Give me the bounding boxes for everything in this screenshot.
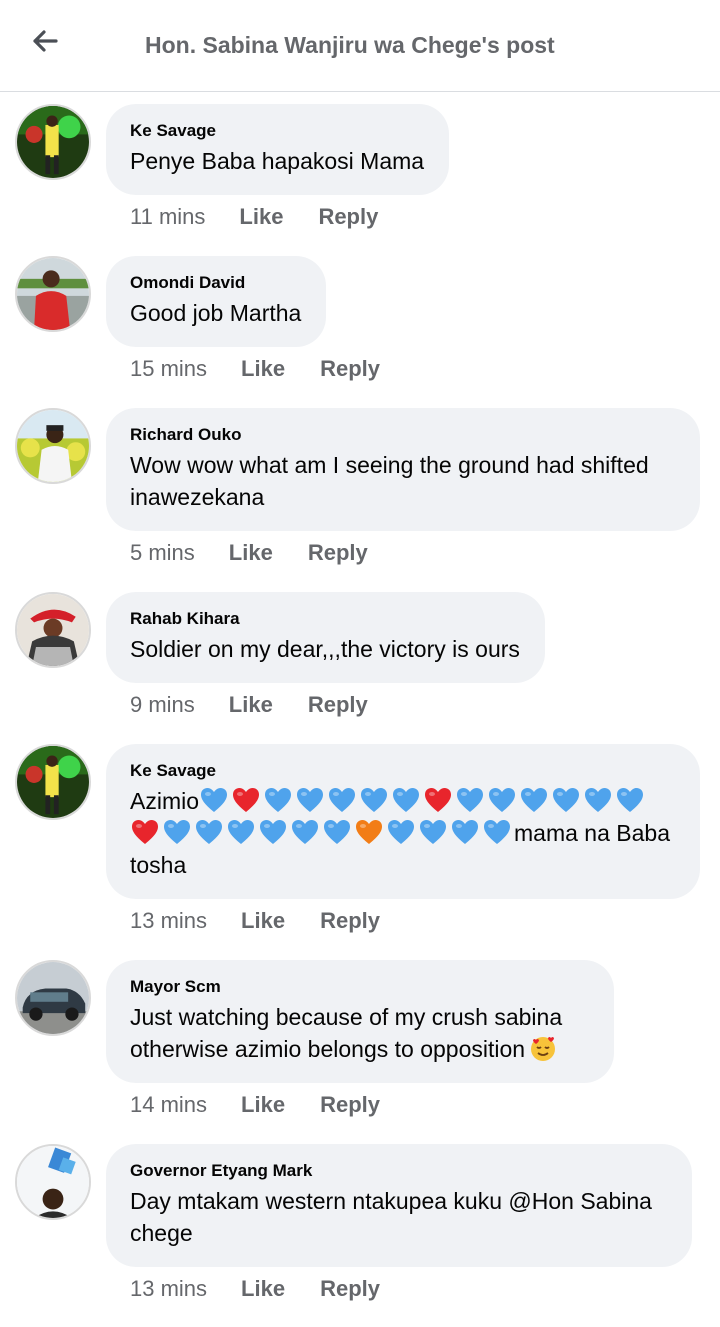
like-button[interactable]: Like [229,692,273,718]
comment-text: Day mtakam western ntakupea kuku @Hon Sa… [130,1188,652,1246]
blue-heart-icon [265,788,292,812]
blue-heart-icon [260,820,286,844]
comment-actions: 13 mins Like Reply [130,1276,380,1302]
comment-bubble: Governor Etyang Mark Day mtakam western … [106,1144,692,1267]
blue-heart-icon [361,788,388,812]
avatar[interactable] [15,256,91,332]
blue-heart-icon [393,788,420,812]
blue-heart-icon [452,820,478,844]
comment-time[interactable]: 5 mins [130,540,195,566]
comment-author[interactable]: Governor Etyang Mark [130,1161,667,1181]
comment-text: Penye Baba hapakosi Mama [130,148,425,174]
comment-text: Just watching because of my crush sabina… [130,1001,589,1065]
blue-heart-icon [617,788,644,812]
blue-heart-icon [521,788,548,812]
blue-heart-icon [457,788,484,812]
red-heart-icon [425,788,452,812]
comment-time[interactable]: 13 mins [130,1276,207,1302]
comment-text: Good job Martha [130,300,302,326]
reply-button[interactable]: Reply [320,1276,380,1302]
comment-actions: 5 mins Like Reply [130,540,368,566]
comment-text-start: Azimio [130,788,200,814]
avatar[interactable] [15,960,91,1036]
blue-heart-icon [420,820,446,844]
comment-text: Azimiomama na Baba tosha [130,785,675,881]
red-heart-icon [132,820,158,844]
blue-heart-icon [585,788,612,812]
comment-author[interactable]: Mayor Scm [130,977,589,997]
comment-bubble: Omondi David Good job Martha [106,256,327,347]
reply-button[interactable]: Reply [320,908,380,934]
like-button[interactable]: Like [241,1276,285,1302]
comment-text: Soldier on my dear,,,the victory is ours [130,636,520,662]
like-button[interactable]: Like [241,908,285,934]
top-bar: Hon. Sabina Wanjiru wa Chege's post [0,0,720,92]
comment-bubble: Ke Savage Penye Baba hapakosi Mama [106,104,450,195]
orange-heart-icon [356,820,382,844]
comment-bubble: Rahab Kihara Soldier on my dear,,,the vi… [106,592,545,683]
blue-heart-icon [164,820,190,844]
blue-heart-icon [388,820,414,844]
blue-heart-icon [484,820,510,844]
blue-heart-icon [297,788,324,812]
arrow-left-icon [33,30,58,52]
comment-author[interactable]: Ke Savage [130,761,675,781]
avatar[interactable] [15,408,91,484]
comment-text-body: Just watching because of my crush sabina… [130,1004,563,1062]
comment-text: Wow wow what am I seeing the ground had … [130,452,649,510]
back-button[interactable] [26,22,64,60]
avatar[interactable] [15,592,91,668]
blue-heart-icon [489,788,516,812]
blue-heart-icon [324,820,350,844]
like-button[interactable]: Like [241,1092,285,1118]
comment-time[interactable]: 14 mins [130,1092,207,1118]
blue-heart-icon [196,820,222,844]
avatar[interactable] [15,744,91,820]
comment-bubble: Ke Savage Azimiomama na Baba tosha [106,744,700,899]
reply-button[interactable]: Reply [320,1092,380,1118]
comment-bubble: Mayor Scm Just watching because of my cr… [106,960,614,1083]
reply-button[interactable]: Reply [308,540,368,566]
blue-heart-icon [553,788,580,812]
like-button[interactable]: Like [241,356,285,382]
comment-actions: 14 mins Like Reply [130,1092,380,1118]
like-button[interactable]: Like [229,540,273,566]
avatar[interactable] [15,104,91,180]
comment-actions: 11 mins Like Reply [130,204,378,230]
comment-time[interactable]: 11 mins [130,204,205,230]
page-title: Hon. Sabina Wanjiru wa Chege's post [145,32,555,58]
blue-heart-icon [329,788,356,812]
reply-button[interactable]: Reply [320,356,380,382]
blue-heart-icon [201,788,228,812]
reply-button[interactable]: Reply [308,692,368,718]
comment-time[interactable]: 9 mins [130,692,195,718]
comment-time[interactable]: 13 mins [130,908,207,934]
red-heart-icon [233,788,260,812]
comment-actions: 15 mins Like Reply [130,356,380,382]
comment-bubble: Richard Ouko Wow wow what am I seeing th… [106,408,700,531]
reply-button[interactable]: Reply [318,204,378,230]
smiling-face-with-hearts-icon [531,1037,556,1061]
comment-author[interactable]: Omondi David [130,273,301,293]
comment-time[interactable]: 15 mins [130,356,207,382]
like-button[interactable]: Like [239,204,283,230]
avatar[interactable] [15,1144,91,1220]
blue-heart-icon [292,820,318,844]
comment-author[interactable]: Rahab Kihara [130,609,520,629]
comment-actions: 9 mins Like Reply [130,692,368,718]
blue-heart-icon [228,820,254,844]
comment-author[interactable]: Ke Savage [130,121,424,141]
comment-author[interactable]: Richard Ouko [130,425,675,445]
comment-actions: 13 mins Like Reply [130,908,380,934]
